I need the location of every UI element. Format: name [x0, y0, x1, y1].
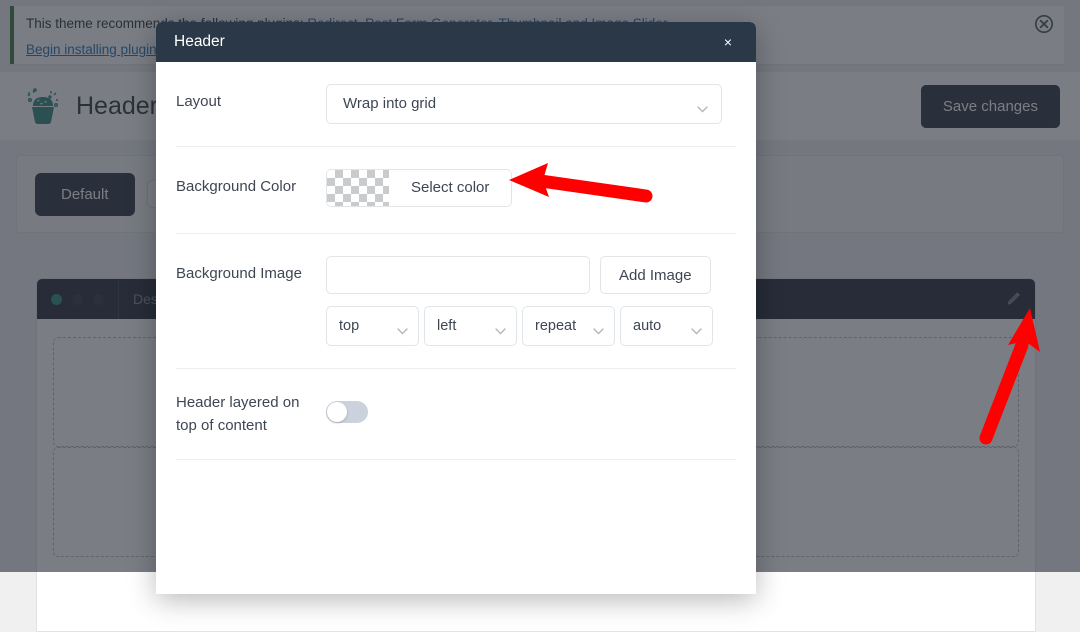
bg-size-select[interactable]: auto: [620, 306, 713, 346]
background-color-label: Background Color: [176, 169, 326, 198]
close-icon[interactable]: ×: [718, 31, 738, 53]
background-image-label: Background Image: [176, 256, 326, 285]
bg-repeat-select[interactable]: repeat: [522, 306, 615, 346]
background-image-input[interactable]: [326, 256, 590, 294]
header-layered-label-line2: top of content: [176, 414, 326, 437]
background-image-options: top left repeat: [326, 306, 736, 346]
chevron-down-icon: [697, 100, 708, 107]
header-settings-modal: Header × Layout Wrap into grid Backgroun…: [156, 22, 756, 594]
header-layered-label: Header layered on top of content: [176, 391, 326, 437]
transparent-checkerboard-swatch[interactable]: [327, 170, 389, 206]
toggle-knob: [327, 402, 347, 422]
field-row-layout: Layout Wrap into grid: [176, 62, 736, 147]
header-layered-toggle[interactable]: [326, 401, 368, 423]
background-color-control: Select color: [326, 169, 736, 211]
field-row-header-layered: Header layered on top of content: [176, 369, 736, 460]
add-image-button[interactable]: Add Image: [600, 256, 711, 294]
select-color-button[interactable]: Select color: [389, 170, 511, 206]
chevron-down-icon: [495, 322, 506, 329]
header-layered-label-line1: Header layered on: [176, 391, 326, 414]
bg-position-y-select[interactable]: top: [326, 306, 419, 346]
chevron-down-icon: [397, 322, 408, 329]
layout-select[interactable]: Wrap into grid: [326, 84, 722, 124]
field-row-background-color: Background Color Select color: [176, 147, 736, 234]
layout-control: Wrap into grid: [326, 84, 736, 124]
field-row-background-image: Background Image Add Image top left: [176, 234, 736, 369]
bg-position-x-select[interactable]: left: [424, 306, 517, 346]
modal-body: Layout Wrap into grid Background Color S…: [156, 62, 756, 460]
layout-select-value: Wrap into grid: [327, 85, 721, 123]
background-image-control: Add Image top left: [326, 256, 736, 346]
color-picker[interactable]: Select color: [326, 169, 512, 207]
chevron-down-icon: [691, 322, 702, 329]
modal-titlebar: Header ×: [156, 22, 756, 62]
chevron-down-icon: [593, 322, 604, 329]
layout-label: Layout: [176, 84, 326, 113]
modal-title: Header: [174, 33, 225, 51]
background-image-input-row: Add Image: [326, 256, 736, 294]
header-layered-control: [326, 391, 736, 423]
